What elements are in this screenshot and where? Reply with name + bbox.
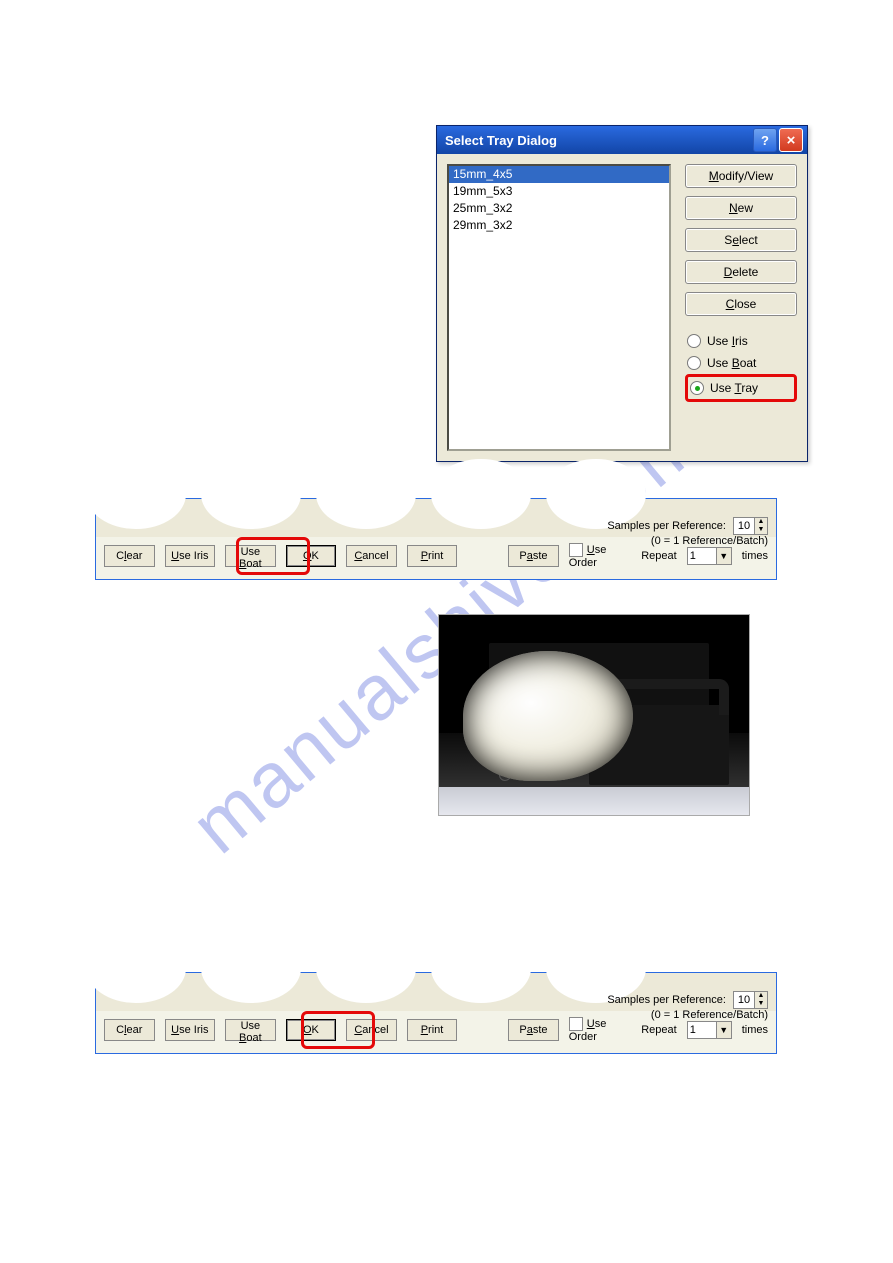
tray-listbox[interactable]: 15mm_4x5 19mm_5x3 25mm_3x2 29mm_3x2 — [447, 164, 671, 451]
use-tray-radio[interactable]: Use Tray — [685, 374, 797, 402]
chevron-down-icon[interactable]: ▼ — [716, 1022, 731, 1038]
repeat-label: Repeat — [641, 550, 676, 562]
print-button[interactable]: Print — [407, 1019, 458, 1041]
radio-icon — [690, 381, 704, 395]
dialog-titlebar[interactable]: Select Tray Dialog ? × — [437, 126, 807, 154]
clear-button[interactable]: Clear — [104, 1019, 155, 1041]
ok-button[interactable]: OK — [286, 1019, 337, 1041]
list-item[interactable]: 29mm_3x2 — [449, 217, 669, 234]
samples-spin[interactable]: ▲▼ — [733, 517, 768, 535]
times-label: times — [742, 1024, 768, 1036]
radio-icon — [687, 334, 701, 348]
use-order-checkbox[interactable]: Use Order — [569, 1017, 632, 1043]
toolbar-strip-2: Samples per Reference: ▲▼ (0 = 1 Referen… — [95, 972, 777, 1054]
samples-value[interactable] — [734, 992, 754, 1008]
use-iris-button[interactable]: Use Iris — [165, 545, 216, 567]
use-boat-radio[interactable]: Use Boat — [685, 352, 797, 374]
dialog-title: Select Tray Dialog — [445, 133, 751, 148]
use-boat-button[interactable]: Use Boat — [225, 1019, 276, 1041]
radio-label: Use Boat — [707, 356, 756, 370]
toolbar-strip-1: Samples per Reference: ▲▼ (0 = 1 Referen… — [95, 498, 777, 580]
select-button[interactable]: Select — [685, 228, 797, 252]
spin-down-icon[interactable]: ▼ — [754, 1000, 767, 1008]
radio-icon — [687, 356, 701, 370]
repeat-label: Repeat — [641, 1024, 676, 1036]
repeat-value[interactable] — [688, 1022, 716, 1038]
cancel-button[interactable]: Cancel — [346, 1019, 397, 1041]
close-button[interactable]: × — [779, 128, 803, 152]
repeat-combo[interactable]: ▼ — [687, 547, 732, 565]
use-order-checkbox[interactable]: Use Order — [569, 543, 632, 569]
list-item[interactable]: 19mm_5x3 — [449, 183, 669, 200]
use-iris-radio[interactable]: Use Iris — [685, 330, 797, 352]
modify-view-button[interactable]: Modify/View — [685, 164, 797, 188]
spin-up-icon[interactable]: ▲ — [754, 992, 767, 1000]
chevron-down-icon[interactable]: ▼ — [716, 548, 731, 564]
samples-spin[interactable]: ▲▼ — [733, 991, 768, 1009]
help-button[interactable]: ? — [753, 128, 777, 152]
clear-button[interactable]: Clear — [104, 545, 155, 567]
list-item[interactable]: 15mm_4x5 — [449, 166, 669, 183]
repeat-value[interactable] — [688, 548, 716, 564]
paste-button[interactable]: Paste — [508, 545, 559, 567]
use-iris-button[interactable]: Use Iris — [165, 1019, 216, 1041]
select-tray-dialog: Select Tray Dialog ? × 15mm_4x5 19mm_5x3… — [436, 125, 808, 462]
radio-label: Use Tray — [710, 381, 758, 395]
print-button[interactable]: Print — [407, 545, 458, 567]
cancel-button[interactable]: Cancel — [346, 545, 397, 567]
radio-label: Use Iris — [707, 334, 748, 348]
spin-up-icon[interactable]: ▲ — [754, 518, 767, 526]
paste-button[interactable]: Paste — [508, 1019, 559, 1041]
spin-down-icon[interactable]: ▼ — [754, 526, 767, 534]
list-item[interactable]: 25mm_3x2 — [449, 200, 669, 217]
samples-value[interactable] — [734, 518, 754, 534]
times-label: times — [742, 550, 768, 562]
delete-button[interactable]: Delete — [685, 260, 797, 284]
tray-insertion-photo — [438, 614, 750, 816]
close-dialog-button[interactable]: Close — [685, 292, 797, 316]
repeat-combo[interactable]: ▼ — [687, 1021, 732, 1039]
new-button[interactable]: New — [685, 196, 797, 220]
ok-button[interactable]: OK — [286, 545, 337, 567]
use-boat-button[interactable]: Use Boat — [225, 545, 276, 567]
